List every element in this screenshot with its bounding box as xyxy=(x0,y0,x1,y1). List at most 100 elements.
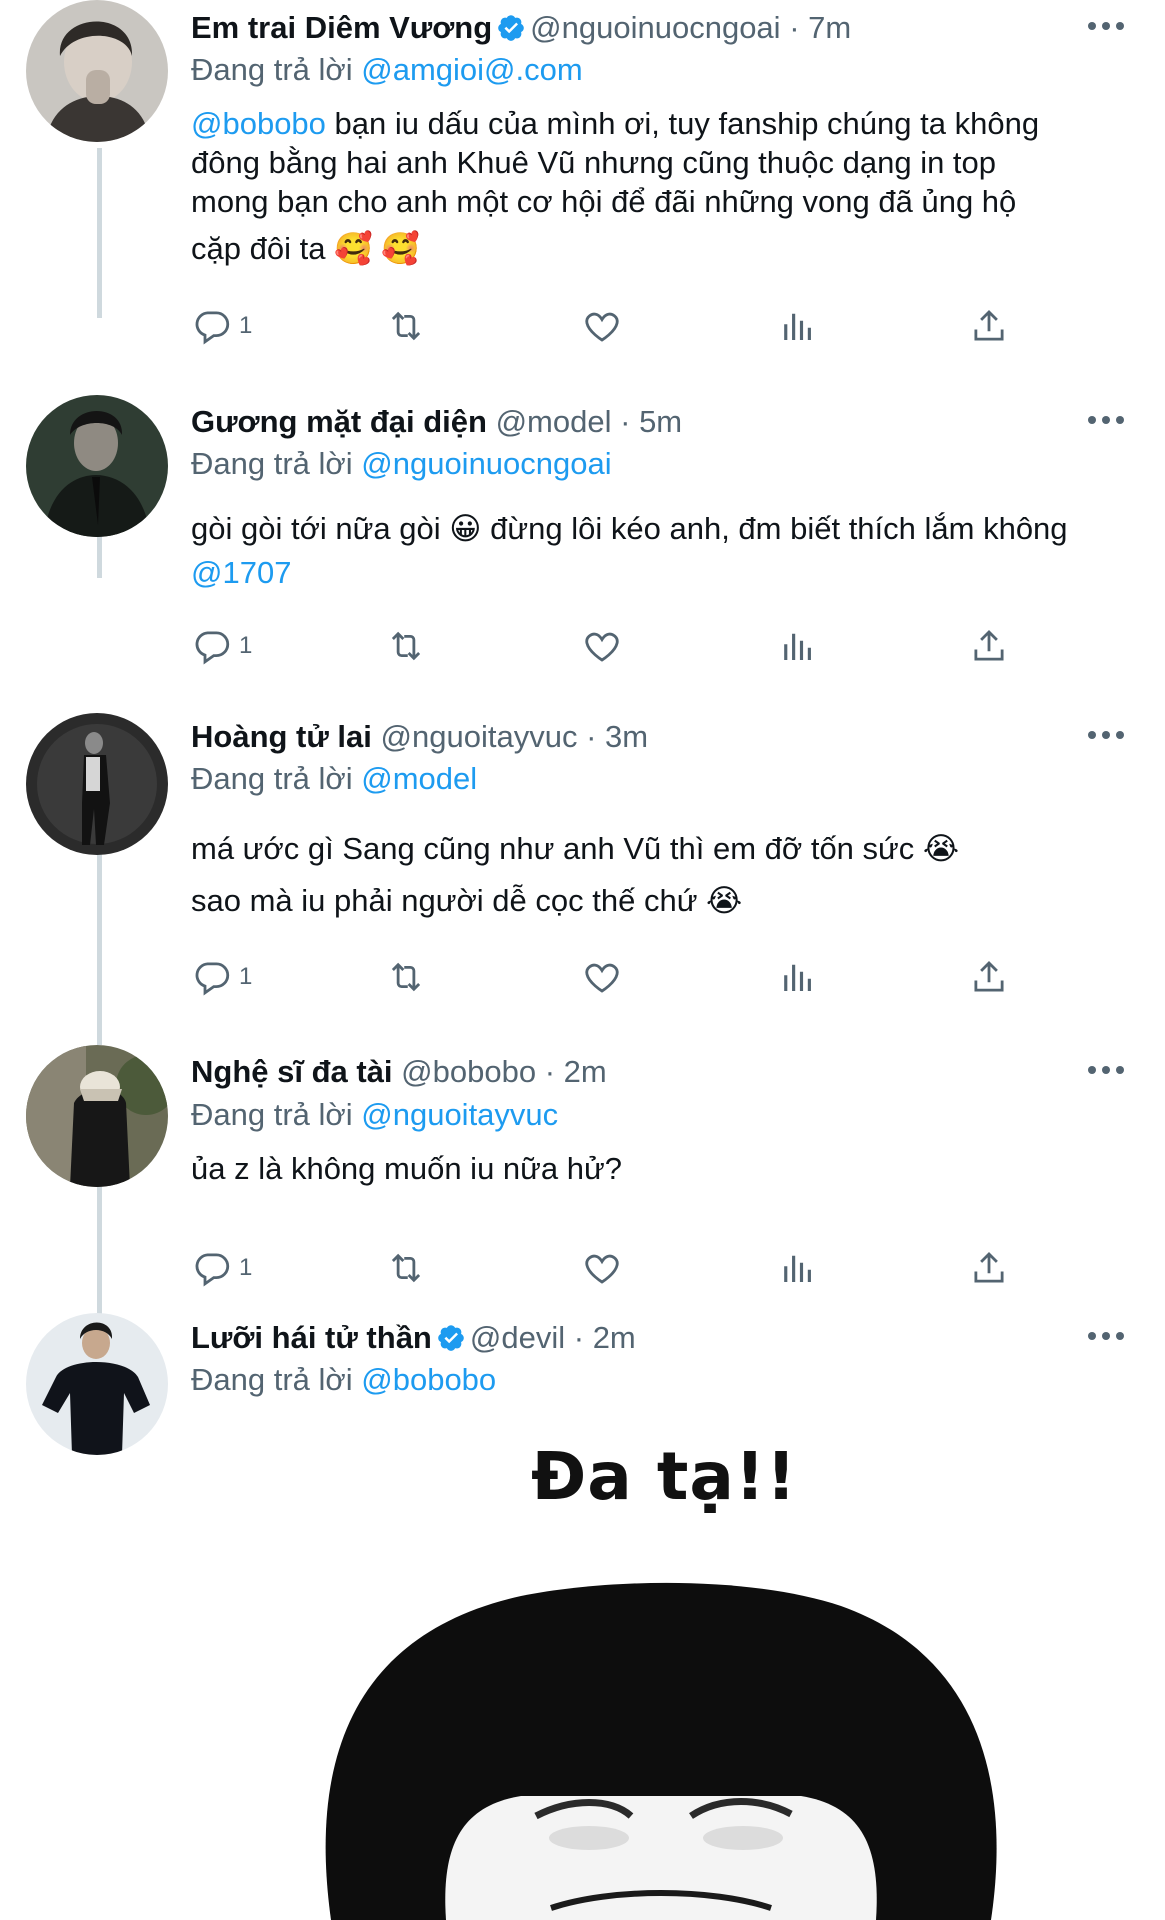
timestamp[interactable]: 2m xyxy=(564,1054,607,1089)
retweet-icon xyxy=(391,311,421,341)
reply-count: 1 xyxy=(239,632,253,659)
like-button[interactable] xyxy=(581,301,623,351)
replying-to-mention[interactable]: @model xyxy=(361,761,477,796)
views-button[interactable] xyxy=(777,952,819,1002)
heart-icon xyxy=(585,1254,619,1284)
like-button[interactable] xyxy=(581,621,623,671)
meme-face-illustration xyxy=(325,1582,997,1920)
bar-chart-icon xyxy=(784,964,811,991)
avatar[interactable] xyxy=(26,0,168,142)
like-button[interactable] xyxy=(581,952,623,1002)
heart-icon xyxy=(585,963,619,993)
tweet-header: Hoàng tử lai @nguoitayvuc · 3m xyxy=(191,717,648,757)
more-dots-icon[interactable] xyxy=(1088,1330,1124,1342)
share-button[interactable] xyxy=(968,621,1010,671)
timestamp[interactable]: 2m xyxy=(593,1320,636,1355)
display-name[interactable]: Gương mặt đại diện xyxy=(191,404,487,439)
timestamp[interactable]: 3m xyxy=(605,719,648,754)
avatar[interactable] xyxy=(26,395,168,537)
views-button[interactable] xyxy=(777,1243,819,1293)
share-icon xyxy=(974,310,1004,341)
replying-to-mention[interactable]: @nguoitayvuc xyxy=(361,1097,558,1132)
like-button[interactable] xyxy=(581,1243,623,1293)
display-name[interactable]: Lưỡi hái tử thần xyxy=(191,1320,432,1355)
replying-to: Đang trả lời @bobobo xyxy=(191,1362,497,1397)
retweet-icon xyxy=(391,631,421,661)
tweet-text: gòi gòi tới nữa gòi 😀 đừng lôi kéo anh, … xyxy=(191,507,1151,595)
avatar[interactable] xyxy=(26,1045,168,1187)
share-button[interactable] xyxy=(968,1243,1010,1293)
tweet-actions: 1 xyxy=(0,1243,1165,1293)
user-handle[interactable]: @bobobo xyxy=(401,1054,536,1089)
timestamp[interactable]: 5m xyxy=(639,404,682,439)
tweet-actions: 1 xyxy=(0,301,1165,351)
tweet[interactable]: Hoàng tử lai @nguoitayvuc · 3m Đang trả … xyxy=(0,713,1165,1045)
user-handle[interactable]: @nguoinuocngoai xyxy=(530,10,780,45)
heart-icon xyxy=(585,632,619,662)
replying-to: Đang trả lời @nguoinuocngoai xyxy=(191,446,612,481)
share-icon xyxy=(974,1252,1004,1283)
share-button[interactable] xyxy=(968,952,1010,1002)
more-dots-icon[interactable] xyxy=(1088,1064,1124,1076)
display-name[interactable]: Hoàng tử lai xyxy=(191,719,372,754)
reply-count: 1 xyxy=(239,963,253,990)
tweet-header: Lưỡi hái tử thần @devil · 2m xyxy=(191,1318,636,1358)
meme-caption: Đa tạ!! xyxy=(531,1438,798,1515)
replying-to-mention[interactable]: @amgioi@.com xyxy=(361,52,582,87)
more-dots-icon[interactable] xyxy=(1088,414,1124,426)
display-name[interactable]: Em trai Diêm Vương xyxy=(191,10,492,45)
views-button[interactable] xyxy=(777,301,819,351)
bar-chart-icon xyxy=(784,1255,811,1282)
reply-button[interactable]: 1 xyxy=(191,301,252,351)
timestamp[interactable]: 7m xyxy=(808,10,851,45)
tweet-actions: 1 xyxy=(0,621,1165,671)
tweet-header: Nghệ sĩ đa tài @bobobo · 2m xyxy=(191,1052,607,1092)
avatar[interactable] xyxy=(26,1313,168,1455)
tweet-header: Gương mặt đại diện @model · 5m xyxy=(191,402,682,442)
body-mention[interactable]: @bobobo xyxy=(191,106,326,141)
more-dots-icon[interactable] xyxy=(1088,20,1124,32)
separator: · xyxy=(620,404,631,439)
views-button[interactable] xyxy=(777,621,819,671)
verified-badge-icon xyxy=(496,13,526,43)
user-handle[interactable]: @nguoitayvuc xyxy=(381,719,578,754)
share-button[interactable] xyxy=(968,301,1010,351)
tweet-media-image[interactable]: Đa tạ!! xyxy=(191,1400,1165,1920)
replying-to-mention[interactable]: @bobobo xyxy=(361,1362,496,1397)
bar-chart-icon xyxy=(784,313,811,340)
display-name[interactable]: Nghệ sĩ đa tài xyxy=(191,1054,393,1089)
reply-icon xyxy=(195,311,230,345)
reply-count: 1 xyxy=(239,1254,253,1281)
share-icon xyxy=(974,961,1004,992)
separator: · xyxy=(544,1054,556,1089)
reply-icon xyxy=(195,631,230,665)
bar-chart-icon xyxy=(784,633,811,660)
body-mention[interactable]: @1707 xyxy=(191,551,1151,595)
verified-badge-icon xyxy=(436,1323,466,1353)
reply-button[interactable]: 1 xyxy=(191,952,252,1002)
retweet-button[interactable] xyxy=(385,621,427,671)
retweet-button[interactable] xyxy=(385,301,427,351)
user-handle[interactable]: @devil xyxy=(470,1320,565,1355)
replying-to: Đang trả lời @nguoitayvuc xyxy=(191,1097,559,1132)
tweet-text: má ước gì Sang cũng như anh Vũ thì em đỡ… xyxy=(191,831,960,918)
avatar[interactable] xyxy=(26,713,168,855)
heart-icon xyxy=(585,312,619,342)
tweet[interactable]: Em trai Diêm Vương @nguoinuocngoai · 7m Đ… xyxy=(0,0,1165,395)
reply-icon xyxy=(195,1253,230,1287)
retweet-button[interactable] xyxy=(385,1243,427,1293)
retweet-icon xyxy=(391,1253,421,1283)
tweet-header: Em trai Diêm Vương @nguoinuocngoai · 7m xyxy=(191,8,851,48)
tweet-actions: 1 xyxy=(0,952,1165,1002)
user-handle[interactable]: @model xyxy=(496,404,612,439)
replying-to: Đang trả lời @model xyxy=(191,761,478,796)
retweet-icon xyxy=(391,962,421,992)
reply-button[interactable]: 1 xyxy=(191,1243,252,1293)
tweet[interactable]: Nghệ sĩ đa tài @bobobo · 2m Đang trả lời… xyxy=(0,1045,1165,1313)
tweet[interactable]: Gương mặt đại diện @model · 5m Đang trả … xyxy=(0,395,1165,715)
retweet-button[interactable] xyxy=(385,952,427,1002)
more-dots-icon[interactable] xyxy=(1088,729,1124,741)
reply-button[interactable]: 1 xyxy=(191,621,252,671)
reply-count: 1 xyxy=(239,312,253,339)
replying-to-mention[interactable]: @nguoinuocngoai xyxy=(361,446,611,481)
